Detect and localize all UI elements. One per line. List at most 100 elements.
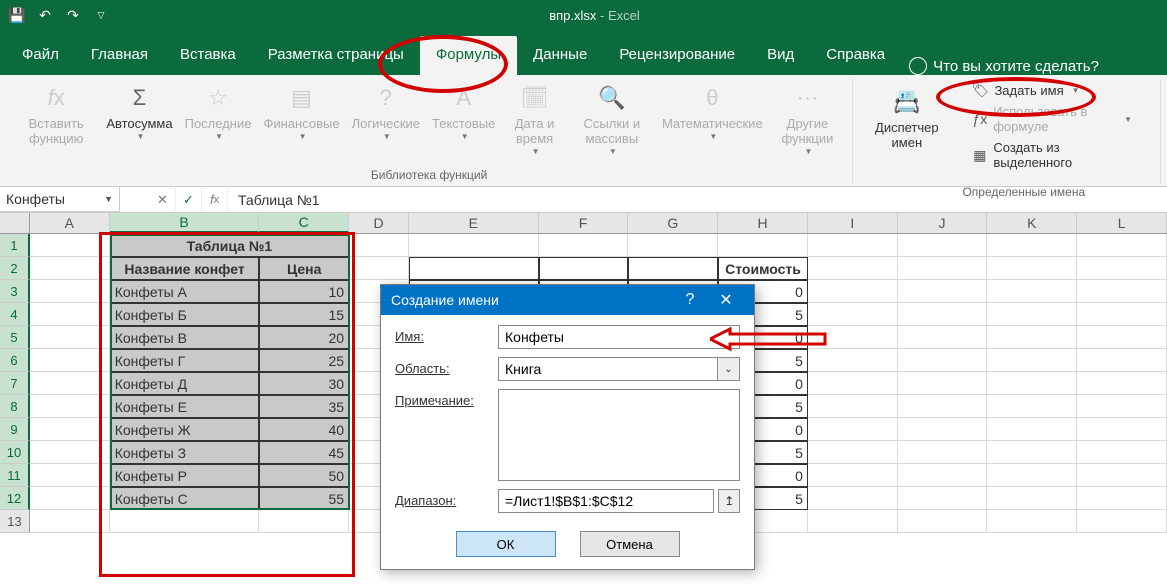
cell[interactable]: Конфеты Е — [110, 395, 260, 418]
cell[interactable] — [898, 234, 988, 257]
row-header[interactable]: 12 — [0, 487, 30, 510]
row-header[interactable]: 5 — [0, 326, 30, 349]
tab-data[interactable]: Данные — [517, 36, 603, 75]
cell[interactable] — [1077, 395, 1167, 418]
cell[interactable] — [808, 464, 898, 487]
cell[interactable] — [898, 418, 988, 441]
cell[interactable] — [409, 257, 539, 280]
chevron-down-icon[interactable]: ▼ — [104, 194, 113, 204]
chevron-down-icon[interactable]: ⌄ — [718, 357, 740, 381]
cell[interactable] — [628, 234, 718, 257]
tab-home[interactable]: Главная — [75, 36, 164, 75]
cell[interactable] — [987, 349, 1077, 372]
row-header[interactable]: 2 — [0, 257, 30, 280]
cell[interactable] — [30, 280, 110, 303]
enter-formula-button[interactable]: ✓ — [176, 187, 202, 212]
col-header[interactable]: D — [349, 213, 409, 233]
cell[interactable]: Конфеты Д — [110, 372, 260, 395]
range-input[interactable] — [498, 489, 714, 513]
cell[interactable]: Конфеты А — [110, 280, 260, 303]
tab-file[interactable]: Файл — [6, 36, 75, 75]
cell[interactable] — [30, 372, 110, 395]
datetime-button[interactable]: 🗓 Дата и время▼ — [503, 79, 565, 158]
cell[interactable] — [808, 303, 898, 326]
cell[interactable] — [628, 257, 718, 280]
row-header[interactable]: 10 — [0, 441, 30, 464]
redo-icon[interactable]: ↷ — [64, 6, 82, 24]
row-header[interactable]: 13 — [0, 510, 30, 533]
cell[interactable] — [1077, 349, 1167, 372]
tab-review[interactable]: Рецензирование — [603, 36, 751, 75]
recent-button[interactable]: ☆ Последние▼ — [181, 79, 256, 143]
row-header[interactable]: 9 — [0, 418, 30, 441]
save-icon[interactable]: 💾 — [8, 6, 26, 24]
select-all-corner[interactable] — [0, 213, 30, 233]
comment-textarea[interactable] — [498, 389, 740, 481]
cell[interactable]: 10 — [259, 280, 349, 303]
col-header[interactable]: E — [409, 213, 539, 233]
cell[interactable]: 50 — [259, 464, 349, 487]
cell[interactable] — [30, 234, 110, 257]
tell-me-search[interactable]: Что вы хотите сделать? — [909, 57, 1099, 75]
cell[interactable] — [987, 418, 1077, 441]
cell[interactable]: Конфеты Г — [110, 349, 260, 372]
cell[interactable] — [539, 234, 629, 257]
cell[interactable] — [110, 510, 260, 533]
cell[interactable]: 30 — [259, 372, 349, 395]
cell[interactable] — [808, 418, 898, 441]
cell[interactable] — [987, 234, 1077, 257]
col-header[interactable]: L — [1077, 213, 1167, 233]
cell[interactable] — [898, 303, 988, 326]
fx-button[interactable]: fx — [202, 187, 228, 212]
financial-button[interactable]: ▤ Финансовые▼ — [259, 79, 343, 143]
cell[interactable]: Название конфет — [110, 257, 260, 280]
cell[interactable] — [808, 280, 898, 303]
cell[interactable] — [1077, 510, 1167, 533]
cell[interactable] — [30, 418, 110, 441]
dialog-help-button[interactable]: ? — [672, 291, 708, 309]
cell[interactable] — [1077, 303, 1167, 326]
cell[interactable]: Стоимость — [718, 257, 808, 280]
cell[interactable] — [898, 395, 988, 418]
undo-icon[interactable]: ↶ — [36, 6, 54, 24]
name-manager-button[interactable]: 📇 Диспетчер имен — [861, 79, 952, 153]
row-header[interactable]: 8 — [0, 395, 30, 418]
cell[interactable] — [30, 464, 110, 487]
cell[interactable]: Конфеты Р — [110, 464, 260, 487]
cell[interactable] — [30, 257, 110, 280]
cell[interactable] — [808, 510, 898, 533]
cell[interactable] — [987, 395, 1077, 418]
cell[interactable] — [987, 280, 1077, 303]
logical-button[interactable]: ? Логические▼ — [348, 79, 424, 143]
cell[interactable] — [30, 487, 110, 510]
autosum-button[interactable]: Σ Автосумма▼ — [102, 79, 176, 143]
cell[interactable] — [898, 441, 988, 464]
cell[interactable] — [1077, 280, 1167, 303]
tab-help[interactable]: Справка — [810, 36, 901, 75]
cell[interactable] — [718, 234, 808, 257]
cell[interactable] — [808, 257, 898, 280]
col-header[interactable]: A — [30, 213, 110, 233]
cell[interactable]: 15 — [259, 303, 349, 326]
cell[interactable] — [987, 441, 1077, 464]
cell[interactable]: Таблица №1 — [110, 234, 349, 257]
use-in-formula-button[interactable]: ƒx Использовать в формуле ▼ — [962, 101, 1142, 137]
cell[interactable]: 25 — [259, 349, 349, 372]
cell[interactable] — [349, 234, 409, 257]
cell[interactable] — [1077, 234, 1167, 257]
cell[interactable] — [808, 441, 898, 464]
cell[interactable] — [1077, 487, 1167, 510]
tab-formulas[interactable]: Формулы — [420, 36, 517, 75]
cell[interactable] — [987, 487, 1077, 510]
other-fn-button[interactable]: ⋯ Другие функции▼ — [771, 79, 845, 158]
cell[interactable] — [1077, 464, 1167, 487]
formula-input[interactable]: Таблица №1 — [228, 187, 1167, 212]
cell[interactable] — [987, 326, 1077, 349]
col-header[interactable]: J — [898, 213, 988, 233]
row-header[interactable]: 3 — [0, 280, 30, 303]
cell[interactable] — [987, 510, 1077, 533]
cell[interactable] — [808, 349, 898, 372]
cell[interactable] — [1077, 372, 1167, 395]
cell[interactable] — [539, 257, 629, 280]
create-from-selection-button[interactable]: ▦ Создать из выделенного — [962, 137, 1142, 173]
